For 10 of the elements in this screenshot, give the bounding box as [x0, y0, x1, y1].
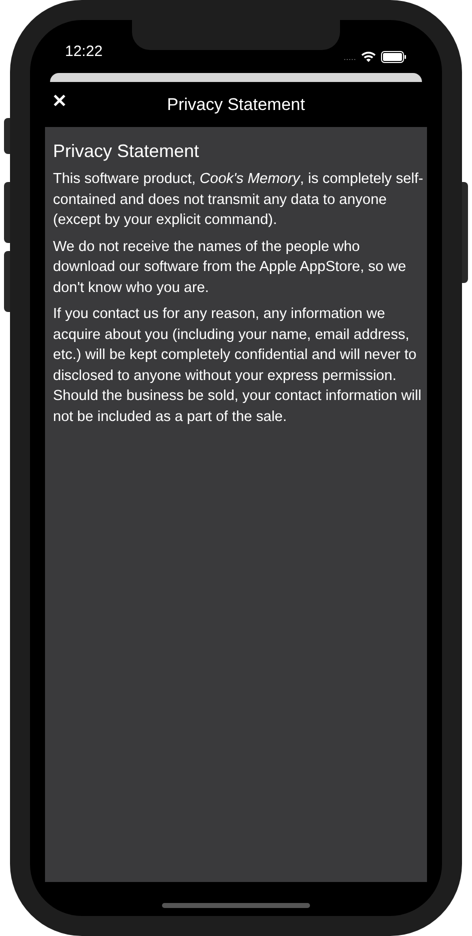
- signal-dots: .....: [343, 52, 356, 62]
- status-time: 12:22: [65, 42, 103, 62]
- navigation-title: Privacy Statement: [167, 94, 305, 116]
- paragraph: We do not receive the names of the people who download our software from the Apple AppStore, so we don't know who you are.: [53, 238, 408, 298]
- paragraph: If you contact us for any reason, any information we acquire about you (including your name, email address, etc.) will be kept completely confidential and will never to disclosed to anyone without your express permission. Should the business be sold, your contact information will not be included as a part of the sale.: [53, 305, 422, 426]
- close-button[interactable]: ✕: [50, 92, 69, 110]
- paragraph: This software product, Cook's Memory, is completely self-contained and does not transmit any data to anyone (except by your explicit command).: [53, 170, 424, 230]
- wifi-icon: [361, 51, 376, 63]
- battery-icon: [381, 51, 407, 63]
- content-heading: Privacy Statement: [53, 140, 200, 163]
